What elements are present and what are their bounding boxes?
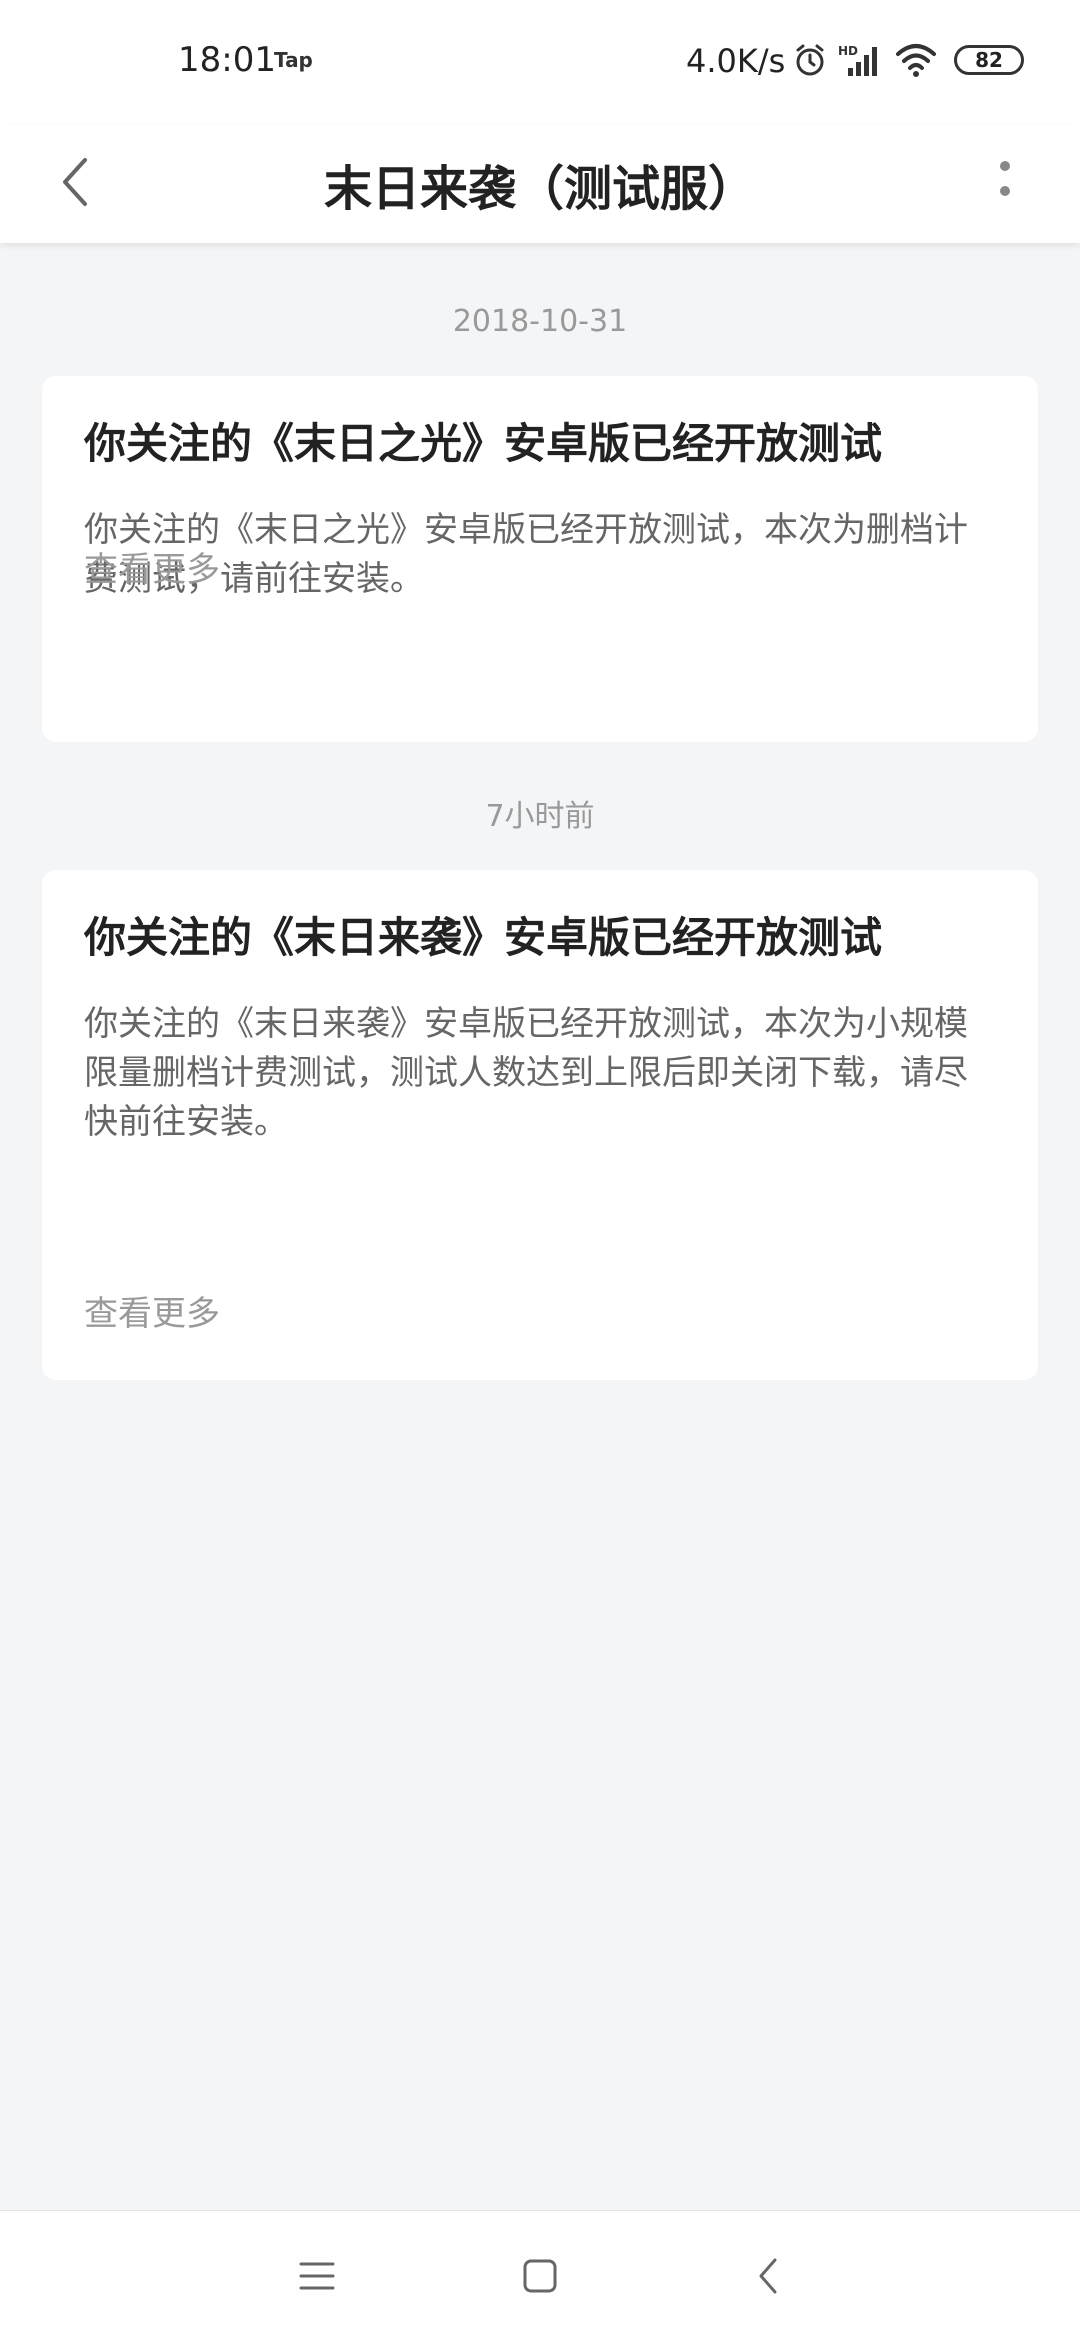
alarm-icon [792,42,828,78]
network-speed: 4.0K/s [686,42,786,80]
notification-body: 你关注的《末日来袭》安卓版已经开放测试，本次为小规模限量删档计费测试，测试人数达… [84,1004,968,1142]
back-button[interactable] [30,137,120,227]
battery-icon: 82 [954,45,1024,75]
home-icon [523,2259,557,2293]
notification-title: 你关注的《末日来袭》安卓版已经开放测试 [84,913,883,962]
menu-button[interactable] [282,2241,352,2311]
notification-card[interactable]: 你关注的《末日之光》安卓版已经开放测试 你关注的《末日之光》安卓版已经开放测试，… [42,376,1038,742]
nav-back-button[interactable] [733,2241,803,2311]
notification-title: 你关注的《末日之光》安卓版已经开放测试 [84,419,883,468]
svg-text:HD: HD [838,44,858,58]
page-title: 末日来袭（测试服） [323,161,756,217]
status-bar: 18:01 Tap 4.0K/s HD 82 [0,0,1080,125]
view-more-link[interactable]: 查看更多 [84,546,220,594]
more-options-button[interactable] [960,137,1050,227]
hd-signal-icon: HD [838,42,884,78]
status-time: 18:01 [178,40,276,80]
app-header: 末日来袭（测试服） [0,125,1080,243]
status-icons: HD 82 [792,40,1024,80]
more-vertical-icon [1000,161,1010,196]
view-more-link[interactable]: 查看更多 [84,1290,220,1338]
home-button[interactable] [505,2241,575,2311]
notification-body: 你关注的《末日之光》安卓版已经开放测试，本次为删档计费测试，请前往安装。 [84,510,968,599]
notification-feed: 2018-10-31 你关注的《末日之光》安卓版已经开放测试 你关注的《末日之光… [0,243,1080,1380]
tap-app-indicator: Tap [274,48,313,72]
back-arrow-icon [63,158,87,206]
system-nav-bar [0,2210,1080,2340]
menu-icon [299,2262,335,2290]
wifi-icon [894,42,938,78]
date-label: 2018-10-31 [452,304,628,339]
date-label: 7小时前 [485,799,595,834]
back-icon [759,2258,777,2294]
notification-card[interactable]: 你关注的《末日来袭》安卓版已经开放测试 你关注的《末日来袭》安卓版已经开放测试，… [42,870,1038,1380]
